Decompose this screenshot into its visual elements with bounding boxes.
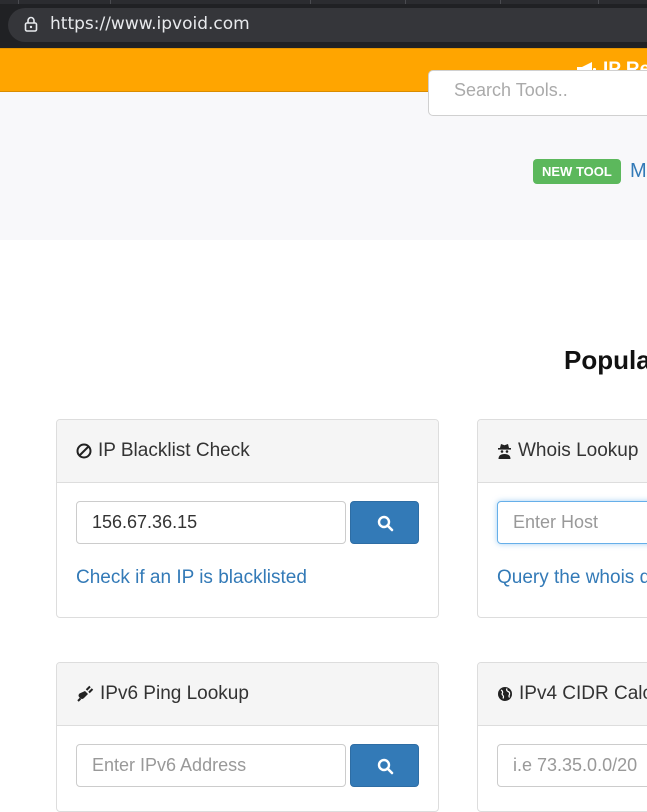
- host-input[interactable]: Enter Host: [497, 501, 647, 544]
- ip-address-input[interactable]: 156.67.36.15: [76, 501, 346, 544]
- lock-icon: [24, 16, 38, 32]
- ip-blacklist-panel: IP Blacklist Check 156.67.36.15 Check if…: [56, 419, 439, 618]
- tab-separator: [310, 0, 311, 4]
- tab-separator: [500, 0, 501, 4]
- globe-icon: [498, 687, 512, 701]
- tab-separator: [405, 0, 406, 4]
- panel-title-text: IPv4 CIDR Calcu: [519, 683, 647, 704]
- ipv4-cidr-panel: IPv4 CIDR Calcu i.e 73.35.0.0/20: [477, 662, 647, 812]
- search-icon: [377, 515, 394, 532]
- search-icon: [377, 758, 394, 775]
- ipv6-ping-panel: IPv6 Ping Lookup Enter IPv6 Address: [56, 662, 439, 812]
- popular-tools-heading: Popula: [564, 345, 647, 375]
- tab-separator: [598, 0, 599, 4]
- tab-strip: [0, 0, 647, 4]
- blacklist-link[interactable]: Check if an IP is blacklisted: [76, 567, 307, 589]
- panel-title: Whois Lookup: [497, 440, 638, 462]
- plug-icon: [77, 685, 94, 702]
- tab-separator: [18, 0, 19, 4]
- blacklist-search-button[interactable]: [350, 501, 419, 544]
- panel-title: IPv6 Ping Lookup: [76, 683, 249, 705]
- url-text: https://www.ipvoid.com: [50, 14, 250, 34]
- ip-input-value: 156.67.36.15: [92, 512, 198, 532]
- browser-toolbar: https://www.ipvoid.com: [0, 0, 647, 48]
- panel-title-text: IPv6 Ping Lookup: [100, 683, 249, 704]
- whois-panel: Whois Lookup Enter Host Query the whois …: [477, 419, 647, 618]
- search-placeholder: Search Tools..: [454, 80, 568, 100]
- tab-separator: [110, 0, 111, 4]
- whois-link[interactable]: Query the whois d: [497, 567, 647, 589]
- new-tool-link[interactable]: M: [630, 160, 647, 183]
- user-secret-icon: [498, 444, 511, 459]
- search-tools-input[interactable]: Search Tools..: [428, 70, 647, 116]
- host-placeholder: Enter Host: [513, 512, 599, 532]
- panel-title-text: Whois Lookup: [518, 440, 639, 461]
- panel-title: IP Blacklist Check: [76, 440, 250, 462]
- new-tool-badge: NEW TOOL: [533, 159, 621, 184]
- panel-title-text: IP Blacklist Check: [98, 440, 250, 461]
- panel-title: IPv4 CIDR Calcu: [497, 683, 647, 705]
- ban-icon: [76, 443, 92, 459]
